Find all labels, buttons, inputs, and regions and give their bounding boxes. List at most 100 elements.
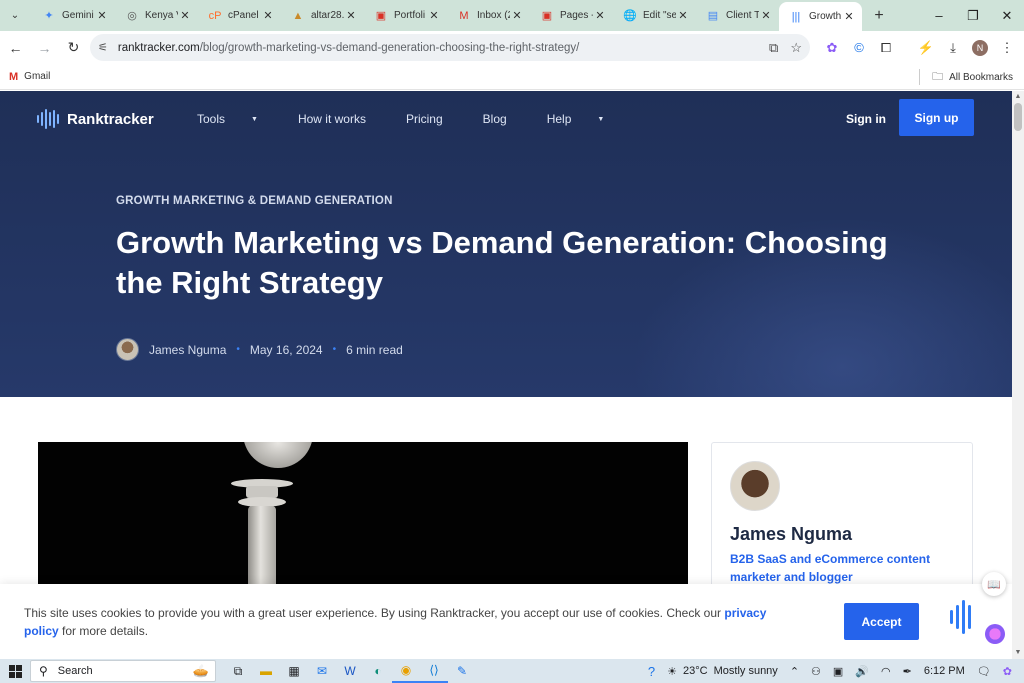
author-card-avatar[interactable] [730, 461, 780, 511]
notifications-icon[interactable]: 🗨 [977, 665, 991, 678]
bookmark-gmail[interactable]: M Gmail [9, 71, 50, 83]
clock-time[interactable]: 6:12 PM [924, 665, 965, 677]
chat-widget-icon[interactable] [950, 599, 971, 635]
mail-icon[interactable]: ✉ [308, 659, 336, 683]
pen-icon[interactable]: ✒ [903, 665, 912, 678]
chevron-down-icon: ⌄ [10, 10, 20, 21]
close-tab-icon[interactable]: ✕ [676, 9, 690, 22]
new-tab-button[interactable]: + [866, 7, 892, 25]
close-window-button[interactable]: ✕ [990, 0, 1024, 31]
restore-button[interactable]: ❐ [956, 0, 990, 31]
word-icon[interactable]: W [336, 659, 364, 683]
brain-extension-icon[interactable]: ✿ [819, 34, 845, 61]
display-icon[interactable]: ▣ [833, 665, 843, 678]
vscode-icon[interactable]: ⟨⟩ [420, 659, 448, 683]
browser-menu-icon[interactable]: ⋮ [994, 34, 1020, 61]
site-info-icon[interactable]: ⚟ [98, 41, 108, 54]
performance-icon[interactable]: ⚡ [913, 34, 939, 61]
taskbar-search[interactable]: ⚲ Search 🥧 [30, 660, 216, 682]
tab-search-button[interactable]: ⌄ [4, 5, 26, 27]
close-tab-icon[interactable]: ✕ [593, 9, 607, 22]
brain-assistant-icon[interactable] [985, 624, 1005, 644]
browser-tab[interactable]: ◎ Kenya V✕ [115, 0, 198, 31]
minimize-button[interactable]: – [922, 0, 956, 31]
close-tab-icon[interactable]: ✕ [95, 9, 109, 22]
reload-button[interactable]: ↻ [60, 34, 87, 61]
search-favicon-icon: ◎ [127, 10, 137, 22]
browser-tab[interactable]: ||| Growth ✕ [779, 2, 862, 31]
brand-name: Ranktracker [67, 110, 154, 128]
browser-tab[interactable]: M Inbox (2 ✕ [447, 0, 530, 31]
download-icon[interactable]: ⤓ [940, 34, 966, 61]
close-tab-icon[interactable]: ✕ [261, 9, 275, 22]
sign-up-button[interactable]: Sign up [899, 99, 974, 136]
nav-item-blog[interactable]: Blog [483, 112, 527, 126]
copilot-icon[interactable]: ✿ [1003, 665, 1012, 678]
file-explorer-icon[interactable]: ▬ [252, 659, 280, 683]
browser-tab[interactable]: 🌐 Edit "se ✕ [613, 0, 696, 31]
profile-avatar: N [972, 39, 988, 56]
site-logo[interactable]: Ranktracker [37, 109, 154, 129]
help-icon[interactable]: ? [648, 664, 655, 679]
wifi-icon[interactable]: ◠ [881, 665, 891, 678]
browser-tab[interactable]: ▲ altar28. ✕ [281, 0, 364, 31]
forward-button[interactable]: → [31, 34, 58, 61]
scrollbar-thumb[interactable] [1014, 103, 1022, 131]
caret-down-icon: ▼ [597, 115, 605, 123]
install-app-icon[interactable]: ⧉ [769, 40, 778, 56]
close-tab-icon[interactable]: ✕ [178, 9, 192, 22]
hero-section: Ranktracker Tools ▼ How it works Pricing Blo… [0, 91, 1012, 397]
url-text[interactable]: ranktracker.com/blog/growth-marketing-vs… [118, 42, 757, 54]
browser-tab[interactable]: ▣ Pages - ✕ [530, 0, 613, 31]
byline-author[interactable]: James Nguma [149, 343, 226, 357]
accept-cookies-button[interactable]: Accept [844, 603, 919, 640]
browser-tab[interactable]: ✦ Gemini ✕ [32, 0, 115, 31]
scroll-up-icon[interactable]: ▲ [1012, 91, 1024, 103]
reading-mode-icon[interactable]: 📖 [982, 572, 1006, 596]
nav-item-pricing[interactable]: Pricing [406, 112, 463, 126]
close-tab-icon[interactable]: ✕ [759, 9, 773, 22]
plus-icon: + [874, 6, 884, 24]
tab-label: Kenya V [145, 10, 178, 21]
nav-item-how-it-works[interactable]: How it works [298, 112, 386, 126]
bookmarks-bar: M Gmail 🗀 All Bookmarks [0, 64, 1024, 90]
close-tab-icon[interactable]: ✕ [427, 9, 441, 22]
task-view-icon[interactable]: ⧉ [224, 659, 252, 683]
weather-desc[interactable]: Mostly sunny [714, 665, 778, 677]
page-scrollbar[interactable]: ▲ ▼ [1012, 91, 1024, 659]
close-tab-icon[interactable]: ✕ [510, 9, 524, 22]
profile-button[interactable]: N [967, 34, 993, 61]
author-card-name[interactable]: James Nguma [730, 524, 852, 545]
all-bookmarks-button[interactable]: 🗀 All Bookmarks [919, 64, 1013, 90]
chrome-icon[interactable]: ◉ [392, 659, 420, 683]
nav-item-label: Pricing [405, 112, 443, 126]
volume-icon[interactable]: 🔊 [855, 665, 869, 678]
close-tab-icon[interactable]: ✕ [842, 10, 856, 23]
paint-icon[interactable]: ✎ [448, 659, 476, 683]
browser-tab[interactable]: ▤ Client T ✕ [696, 0, 779, 31]
back-button[interactable]: ← [2, 34, 29, 61]
address-bar[interactable]: ⚟ ranktracker.com/blog/growth-marketing-… [90, 34, 810, 61]
nav-item-label: Help [546, 112, 572, 126]
nav-item-tools[interactable]: Tools ▼ [197, 112, 278, 126]
tab-list: ✦Gemini✕◎Kenya V✕cPcPanel✕▲altar28.✕▣Por… [32, 0, 862, 31]
sign-in-link[interactable]: Sign in [846, 109, 886, 129]
scroll-down-icon[interactable]: ▼ [1012, 647, 1024, 659]
extensions-puzzle-icon[interactable]: ⧠ [873, 34, 899, 61]
store-icon[interactable]: ▦ [280, 659, 308, 683]
article-category[interactable]: GROWTH MARKETING & DEMAND GENERATION [116, 195, 393, 207]
browser-tab[interactable]: ▣ Portfoli ✕ [364, 0, 447, 31]
weather-icon[interactable]: ☀ [667, 665, 677, 678]
edge-icon[interactable]: ◐ [364, 659, 392, 683]
copyright-extension-icon[interactable]: © [846, 34, 872, 61]
bookmark-star-icon[interactable]: ☆ [790, 40, 802, 56]
browser-tab[interactable]: cP cPanel ✕ [198, 0, 281, 31]
start-button[interactable] [0, 664, 30, 678]
pdf-icon: ▣ [541, 10, 553, 22]
weather-temp[interactable]: 23°C [683, 665, 708, 677]
tray-chevron-up-icon[interactable]: ⌃ [790, 665, 799, 678]
nav-item-help[interactable]: Help ▼ [547, 112, 625, 126]
close-tab-icon[interactable]: ✕ [344, 9, 358, 22]
meet-now-icon[interactable]: ⚇ [811, 665, 821, 678]
author-avatar[interactable] [116, 338, 139, 361]
